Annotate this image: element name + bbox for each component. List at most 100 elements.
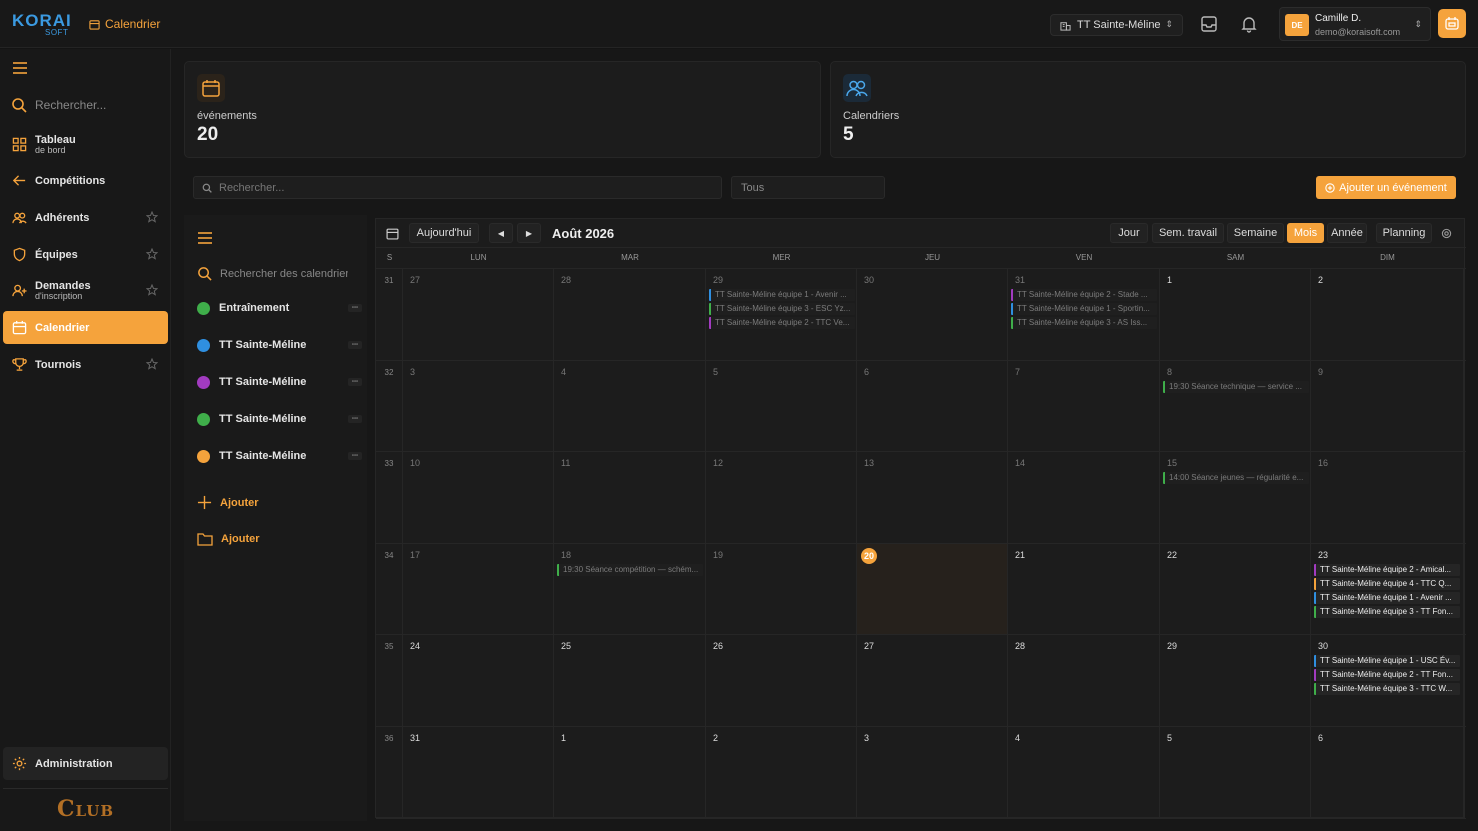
prev-month-button[interactable]: ◀	[489, 223, 513, 243]
sidebar-item-adherents[interactable]: Adhérents	[3, 201, 168, 234]
day-cell[interactable]: 29	[1160, 635, 1311, 726]
calendar-search[interactable]: Rechercher des calendriers	[197, 266, 348, 281]
day-cell[interactable]: 11	[554, 452, 706, 543]
day-cell[interactable]: 24	[403, 635, 554, 726]
day-cell[interactable]: 31 TT Sainte-Méline équipe 2 - Stade ... T…	[1008, 269, 1160, 360]
day-cell[interactable]: 17	[403, 544, 554, 634]
day-cell[interactable]: 6	[857, 361, 1008, 451]
calendar-event[interactable]: TT Sainte-Méline équipe 2 - TTC Ve...	[709, 317, 855, 329]
add-folder-button[interactable]: Ajouter	[197, 532, 260, 546]
day-cell[interactable]: 30	[857, 269, 1008, 360]
calendar-event[interactable]: TT Sainte-Méline équipe 1 - Avenir ...	[1314, 592, 1460, 604]
club-select[interactable]: TT Sainte-Méline ⇕	[1050, 14, 1183, 36]
day-cell[interactable]: 25	[554, 635, 706, 726]
sidebar-item-equipes[interactable]: Équipes	[3, 238, 168, 271]
day-cell[interactable]: 16	[1311, 452, 1464, 543]
star-icon[interactable]	[146, 211, 158, 223]
view-5-button[interactable]: Planning	[1376, 223, 1432, 243]
sidebar-item-demandes[interactable]: Demandes d'inscription	[3, 274, 168, 307]
day-cell[interactable]: 29 TT Sainte-Méline équipe 1 - Avenir ...…	[706, 269, 857, 360]
event-search-input[interactable]: Rechercher...	[193, 176, 722, 199]
gear-icon[interactable]	[1441, 228, 1452, 239]
day-cell[interactable]: 18 19:30 Séance compétition — schém...	[554, 544, 706, 634]
day-cell[interactable]: 23 TT Sainte-Méline équipe 2 - Amical... T…	[1311, 544, 1464, 634]
view-4-button[interactable]: Année	[1327, 223, 1367, 243]
day-cell[interactable]: 26	[706, 635, 857, 726]
calendar-item[interactable]: TT Sainte-Méline •••	[197, 446, 362, 466]
sidebar-item-competitions[interactable]: Compétitions	[3, 164, 168, 197]
day-cell[interactable]: 2	[1311, 269, 1464, 360]
next-month-button[interactable]: ▶	[517, 223, 541, 243]
star-icon[interactable]	[146, 284, 158, 296]
day-cell[interactable]: 1	[554, 727, 706, 818]
view-3-button[interactable]: Mois	[1287, 223, 1324, 243]
day-cell[interactable]: 27	[857, 635, 1008, 726]
day-cell[interactable]: 10	[403, 452, 554, 543]
day-cell[interactable]: 28	[554, 269, 706, 360]
calendar-item[interactable]: TT Sainte-Méline •••	[197, 335, 362, 355]
add-event-button[interactable]: Ajouter un événement	[1316, 176, 1456, 199]
star-icon[interactable]	[146, 248, 158, 260]
logo[interactable]: KORAI SOFT	[12, 12, 72, 38]
calendar-item[interactable]: TT Sainte-Méline •••	[197, 409, 362, 429]
view-2-button[interactable]: Semaine	[1227, 223, 1284, 243]
day-cell[interactable]: 22	[1160, 544, 1311, 634]
more-icon[interactable]: •••	[348, 415, 362, 423]
day-cell[interactable]: 6	[1311, 727, 1464, 818]
day-cell[interactable]: 12	[706, 452, 857, 543]
sidebar-item-tournois[interactable]: Tournois	[3, 348, 168, 381]
calendar-event[interactable]: TT Sainte-Méline équipe 3 - AS Iss...	[1011, 317, 1157, 329]
more-icon[interactable]: •••	[348, 452, 362, 460]
calendar-event[interactable]: 19:30 Séance compétition — schém...	[557, 564, 703, 576]
calendar-icon[interactable]	[386, 227, 399, 240]
calendar-event[interactable]: TT Sainte-Méline équipe 4 - TTC Q...	[1314, 578, 1460, 590]
day-cell[interactable]: 4	[554, 361, 706, 451]
inbox-icon[interactable]	[1200, 15, 1218, 33]
calendar-event[interactable]: TT Sainte-Méline équipe 3 - TTC W...	[1314, 683, 1460, 695]
view-1-button[interactable]: Sem. travail	[1152, 223, 1224, 243]
sidebar-item-calendrier[interactable]: Calendrier	[3, 311, 168, 344]
day-cell[interactable]: 1	[1160, 269, 1311, 360]
day-cell[interactable]: 3	[403, 361, 554, 451]
star-icon[interactable]	[146, 358, 158, 370]
today-button[interactable]: Aujourd'hui	[409, 223, 479, 243]
user-menu[interactable]: DE Camille D. demo@koraisoft.com ⇕	[1279, 7, 1431, 41]
day-cell[interactable]: 19	[706, 544, 857, 634]
calendar-event[interactable]: TT Sainte-Méline équipe 1 - Avenir ...	[709, 289, 855, 301]
breadcrumb[interactable]: Calendrier	[89, 17, 160, 31]
day-cell[interactable]: 5	[1160, 727, 1311, 818]
day-cell[interactable]: 13	[857, 452, 1008, 543]
day-cell[interactable]: 31	[403, 727, 554, 818]
calendar-event[interactable]: TT Sainte-Méline équipe 1 - Sportin...	[1011, 303, 1157, 315]
view-0-button[interactable]: Jour	[1110, 223, 1148, 243]
day-cell[interactable]: 9	[1311, 361, 1464, 451]
day-cell[interactable]: 5	[706, 361, 857, 451]
day-cell[interactable]: 21	[1008, 544, 1160, 634]
calendar-item[interactable]: Entraînement •••	[197, 298, 362, 318]
day-cell[interactable]: 7	[1008, 361, 1160, 451]
bell-icon[interactable]	[1240, 15, 1258, 33]
calendar-event[interactable]: TT Sainte-Méline équipe 2 - TT Fon...	[1314, 669, 1460, 681]
day-cell[interactable]: 15 14:00 Séance jeunes — régularité e...	[1160, 452, 1311, 543]
sidebar-item-dashboard[interactable]: Tableau de bord	[3, 128, 168, 161]
calendar-event[interactable]: TT Sainte-Méline équipe 3 - ESC Yz...	[709, 303, 855, 315]
day-cell[interactable]: 30 TT Sainte-Méline équipe 1 - USC Év... T…	[1311, 635, 1464, 726]
add-calendar-button[interactable]: Ajouter	[197, 495, 259, 510]
calendar-event[interactable]: 19:30 Séance technique — service ...	[1163, 381, 1309, 393]
day-cell[interactable]: 2	[706, 727, 857, 818]
day-cell[interactable]: 4	[1008, 727, 1160, 818]
day-cell[interactable]: 14	[1008, 452, 1160, 543]
day-cell[interactable]: 27	[403, 269, 554, 360]
day-cell[interactable]: 28	[1008, 635, 1160, 726]
calendar-event[interactable]: TT Sainte-Méline équipe 2 - Amical...	[1314, 564, 1460, 576]
day-cell[interactable]: 8 19:30 Séance technique — service ...	[1160, 361, 1311, 451]
calendar-event[interactable]: 14:00 Séance jeunes — régularité e...	[1163, 472, 1309, 484]
event-filter-select[interactable]: Tous	[731, 176, 885, 199]
more-icon[interactable]: •••	[348, 304, 362, 312]
sidebar-search[interactable]: Rechercher...	[11, 97, 106, 113]
sidebar-item-administration[interactable]: Administration	[3, 747, 168, 780]
calendar-item[interactable]: TT Sainte-Méline •••	[197, 372, 362, 392]
menu-icon[interactable]	[13, 62, 27, 74]
more-icon[interactable]: •••	[348, 341, 362, 349]
more-icon[interactable]: •••	[348, 378, 362, 386]
